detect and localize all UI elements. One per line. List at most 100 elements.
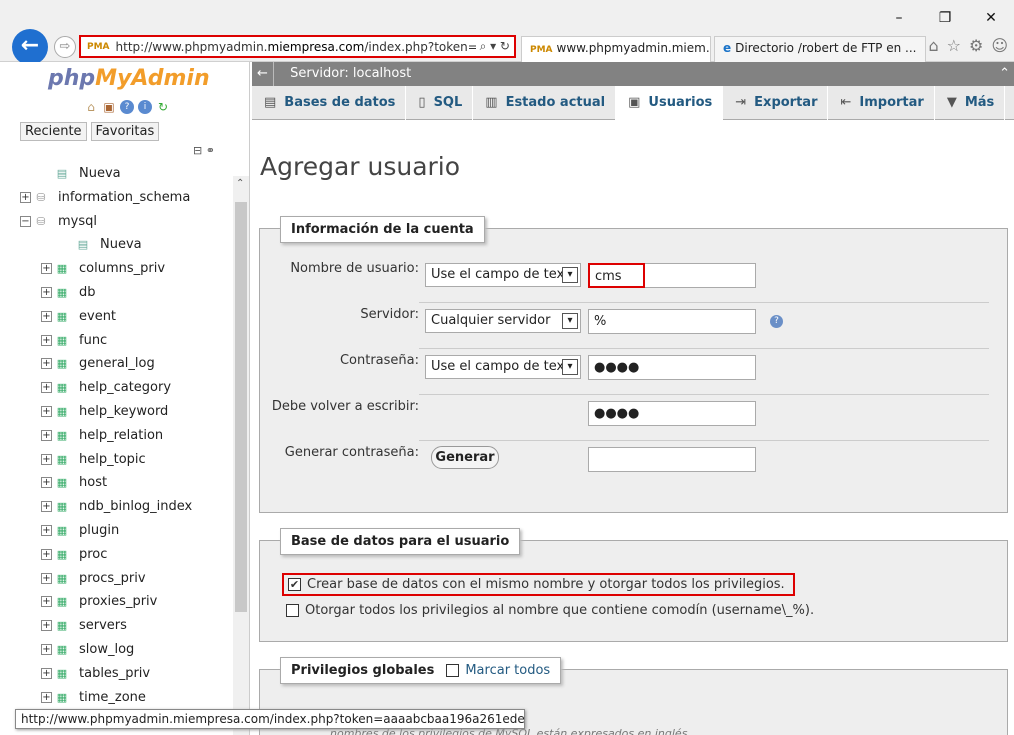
menu-tab-usuarios[interactable]: ▣ Usuarios — [616, 86, 724, 121]
tree-item[interactable]: + ▦ servers — [18, 614, 233, 638]
expand-icon[interactable]: + — [41, 263, 52, 275]
scroll-up-icon[interactable]: ⌃ — [236, 178, 244, 189]
tree-item[interactable]: + ▦ help_keyword — [18, 400, 233, 424]
expand-icon[interactable]: + — [41, 548, 52, 560]
username-input[interactable]: cms — [588, 263, 645, 288]
page-title: Agregar usuario — [260, 152, 461, 181]
password-input[interactable]: ●●●● — [588, 355, 756, 380]
create-db-checkbox[interactable]: ✔ — [288, 578, 301, 591]
tree-item[interactable]: + ▦ columns_priv — [18, 257, 233, 281]
tree-item[interactable]: + ▦ host — [18, 471, 233, 495]
collapse-nav-icon[interactable]: ← — [252, 62, 274, 86]
expand-icon[interactable]: + — [41, 643, 52, 655]
expand-icon[interactable]: + — [41, 382, 52, 394]
expand-icon[interactable]: + — [41, 310, 52, 322]
restore-button[interactable]: ❐ — [922, 10, 968, 26]
tree-item[interactable]: + ▦ slow_log — [18, 638, 233, 662]
tree-item[interactable]: ▤ Nueva — [18, 233, 233, 257]
tree-item[interactable]: + ▦ procs_priv — [18, 567, 233, 591]
expand-icon[interactable]: + — [41, 596, 52, 608]
expand-icon[interactable]: + — [41, 453, 52, 465]
tree-item[interactable]: + ▦ plugin — [18, 519, 233, 543]
expand-icon[interactable]: + — [20, 191, 31, 203]
menu-tab-bases-de-datos[interactable]: ▤ Bases de datos — [252, 86, 407, 120]
browser-tab-ftp[interactable]: e Directorio /robert de FTP en ... — [714, 36, 926, 62]
tree-item[interactable]: + ▦ help_relation — [18, 424, 233, 448]
scroll-thumb[interactable] — [235, 202, 247, 612]
expand-icon[interactable]: + — [41, 572, 52, 584]
collapse-top-icon[interactable]: ⌃ — [999, 62, 1010, 86]
tree-item[interactable]: + ▦ tables_priv — [18, 662, 233, 686]
home-icon[interactable]: ⌂ — [928, 36, 938, 55]
tree-item[interactable]: + ▦ help_topic — [18, 448, 233, 472]
check-all-checkbox[interactable] — [446, 664, 460, 677]
recent-button[interactable]: Reciente — [20, 122, 87, 141]
expand-icon[interactable]: + — [41, 286, 52, 298]
retype-password-input[interactable]: ●●●● — [588, 401, 756, 426]
server-menu: ▤ Bases de datos ▯ SQL ▥ Estado actual ▣ Usuari… — [252, 86, 1014, 121]
server-type-select[interactable]: Cualquier servidor ▾ — [425, 309, 581, 333]
site-favicon-icon: PMA — [87, 41, 110, 52]
tree-item[interactable]: + ▦ event — [18, 305, 233, 329]
tree-item[interactable]: + ▦ proxies_priv — [18, 590, 233, 614]
reload-icon[interactable]: ↻ — [156, 100, 170, 114]
help-icon[interactable]: ? — [770, 315, 783, 328]
feedback-icon[interactable]: ☺ — [991, 36, 1008, 55]
close-button[interactable]: ✕ — [968, 10, 1014, 26]
back-button[interactable]: ← — [12, 29, 48, 65]
expand-icon[interactable]: + — [41, 620, 52, 632]
tree-item[interactable]: + ▦ general_log — [18, 352, 233, 376]
home-icon[interactable]: ⌂ — [84, 100, 98, 114]
create-db-option[interactable]: ✔ Crear base de datos con el mismo nombre… — [282, 573, 795, 596]
menu-label: Estado actual — [505, 95, 606, 110]
tree-item[interactable]: + ▦ ndb_binlog_index — [18, 495, 233, 519]
wildcard-checkbox[interactable] — [286, 604, 299, 617]
expand-icon[interactable]: + — [41, 405, 52, 417]
password-type-select[interactable]: Use el campo de texto ▾ — [425, 355, 581, 379]
generate-password-button[interactable]: Generar — [431, 446, 499, 469]
tree-item[interactable]: + ▦ db — [18, 281, 233, 305]
settings-icon[interactable]: ⚙ — [969, 36, 983, 55]
tree-item[interactable]: + ▦ time_zone — [18, 686, 233, 710]
expand-icon[interactable]: + — [41, 667, 52, 679]
expand-icon[interactable]: − — [20, 215, 31, 227]
server-breadcrumb[interactable]: Servidor: localhost — [290, 66, 411, 81]
browser-tab-phpmyadmin[interactable]: PMAwww.phpmyadmin.miem...✕ — [521, 36, 711, 62]
generated-password-input[interactable] — [588, 447, 756, 472]
username-type-select[interactable]: Use el campo de texto ▾ — [425, 263, 581, 287]
tree-item[interactable]: + ▦ help_category — [18, 376, 233, 400]
menu-tab-sql[interactable]: ▯ SQL — [406, 86, 474, 120]
menu-tab-exportar[interactable]: ⇥ Exportar — [723, 86, 829, 120]
check-all-link[interactable]: Marcar todos — [465, 663, 550, 678]
minimize-button[interactable]: – — [876, 10, 922, 26]
favorites-button[interactable]: Favoritas — [90, 122, 160, 141]
menu-tab-importar[interactable]: ⇤ Importar — [828, 86, 935, 120]
navigation-scrollbar[interactable]: ⌃ — [233, 176, 249, 735]
forward-button[interactable]: ⇨ — [54, 36, 76, 58]
expand-icon[interactable]: + — [41, 429, 52, 441]
tree-item[interactable]: ▤ Nueva — [18, 162, 233, 186]
address-bar[interactable]: PMA http://www.phpmyadmin.miempresa.com/… — [79, 35, 516, 58]
favorites-icon[interactable]: ☆ — [947, 36, 961, 55]
expand-icon[interactable]: + — [41, 524, 52, 536]
exit-icon[interactable]: ▣ — [102, 100, 116, 114]
server-input[interactable]: % — [588, 309, 756, 334]
expand-icon[interactable]: + — [41, 358, 52, 370]
menu-tab-más[interactable]: ▼ Más — [935, 86, 1006, 120]
tree-item[interactable]: + ⛁ information_schema — [18, 186, 233, 210]
collapse-all-icon[interactable]: ⊟ ⚭ — [193, 144, 215, 157]
expand-icon[interactable]: + — [41, 501, 52, 513]
expand-icon[interactable]: + — [41, 691, 52, 703]
help-icon[interactable]: ? — [120, 100, 134, 114]
check-all-option[interactable]: Marcar todos — [446, 663, 550, 678]
docs-icon[interactable]: i — [138, 100, 152, 114]
wildcard-option[interactable]: Otorgar todos los privilegios al nombre … — [286, 603, 814, 618]
menu-tab-estado-actual[interactable]: ▥ Estado actual — [473, 86, 617, 120]
tree-item[interactable]: + ▦ proc — [18, 543, 233, 567]
expand-icon[interactable]: + — [41, 334, 52, 346]
address-tools-icon[interactable]: ⌕ ▾ ↻ — [480, 39, 514, 54]
tree-item[interactable]: + ▦ func — [18, 329, 233, 353]
phpmyadmin-logo[interactable]: phpMyAdmin — [48, 66, 210, 91]
expand-icon[interactable]: + — [41, 477, 52, 489]
tree-item[interactable]: − ⛁ mysql — [18, 210, 233, 234]
